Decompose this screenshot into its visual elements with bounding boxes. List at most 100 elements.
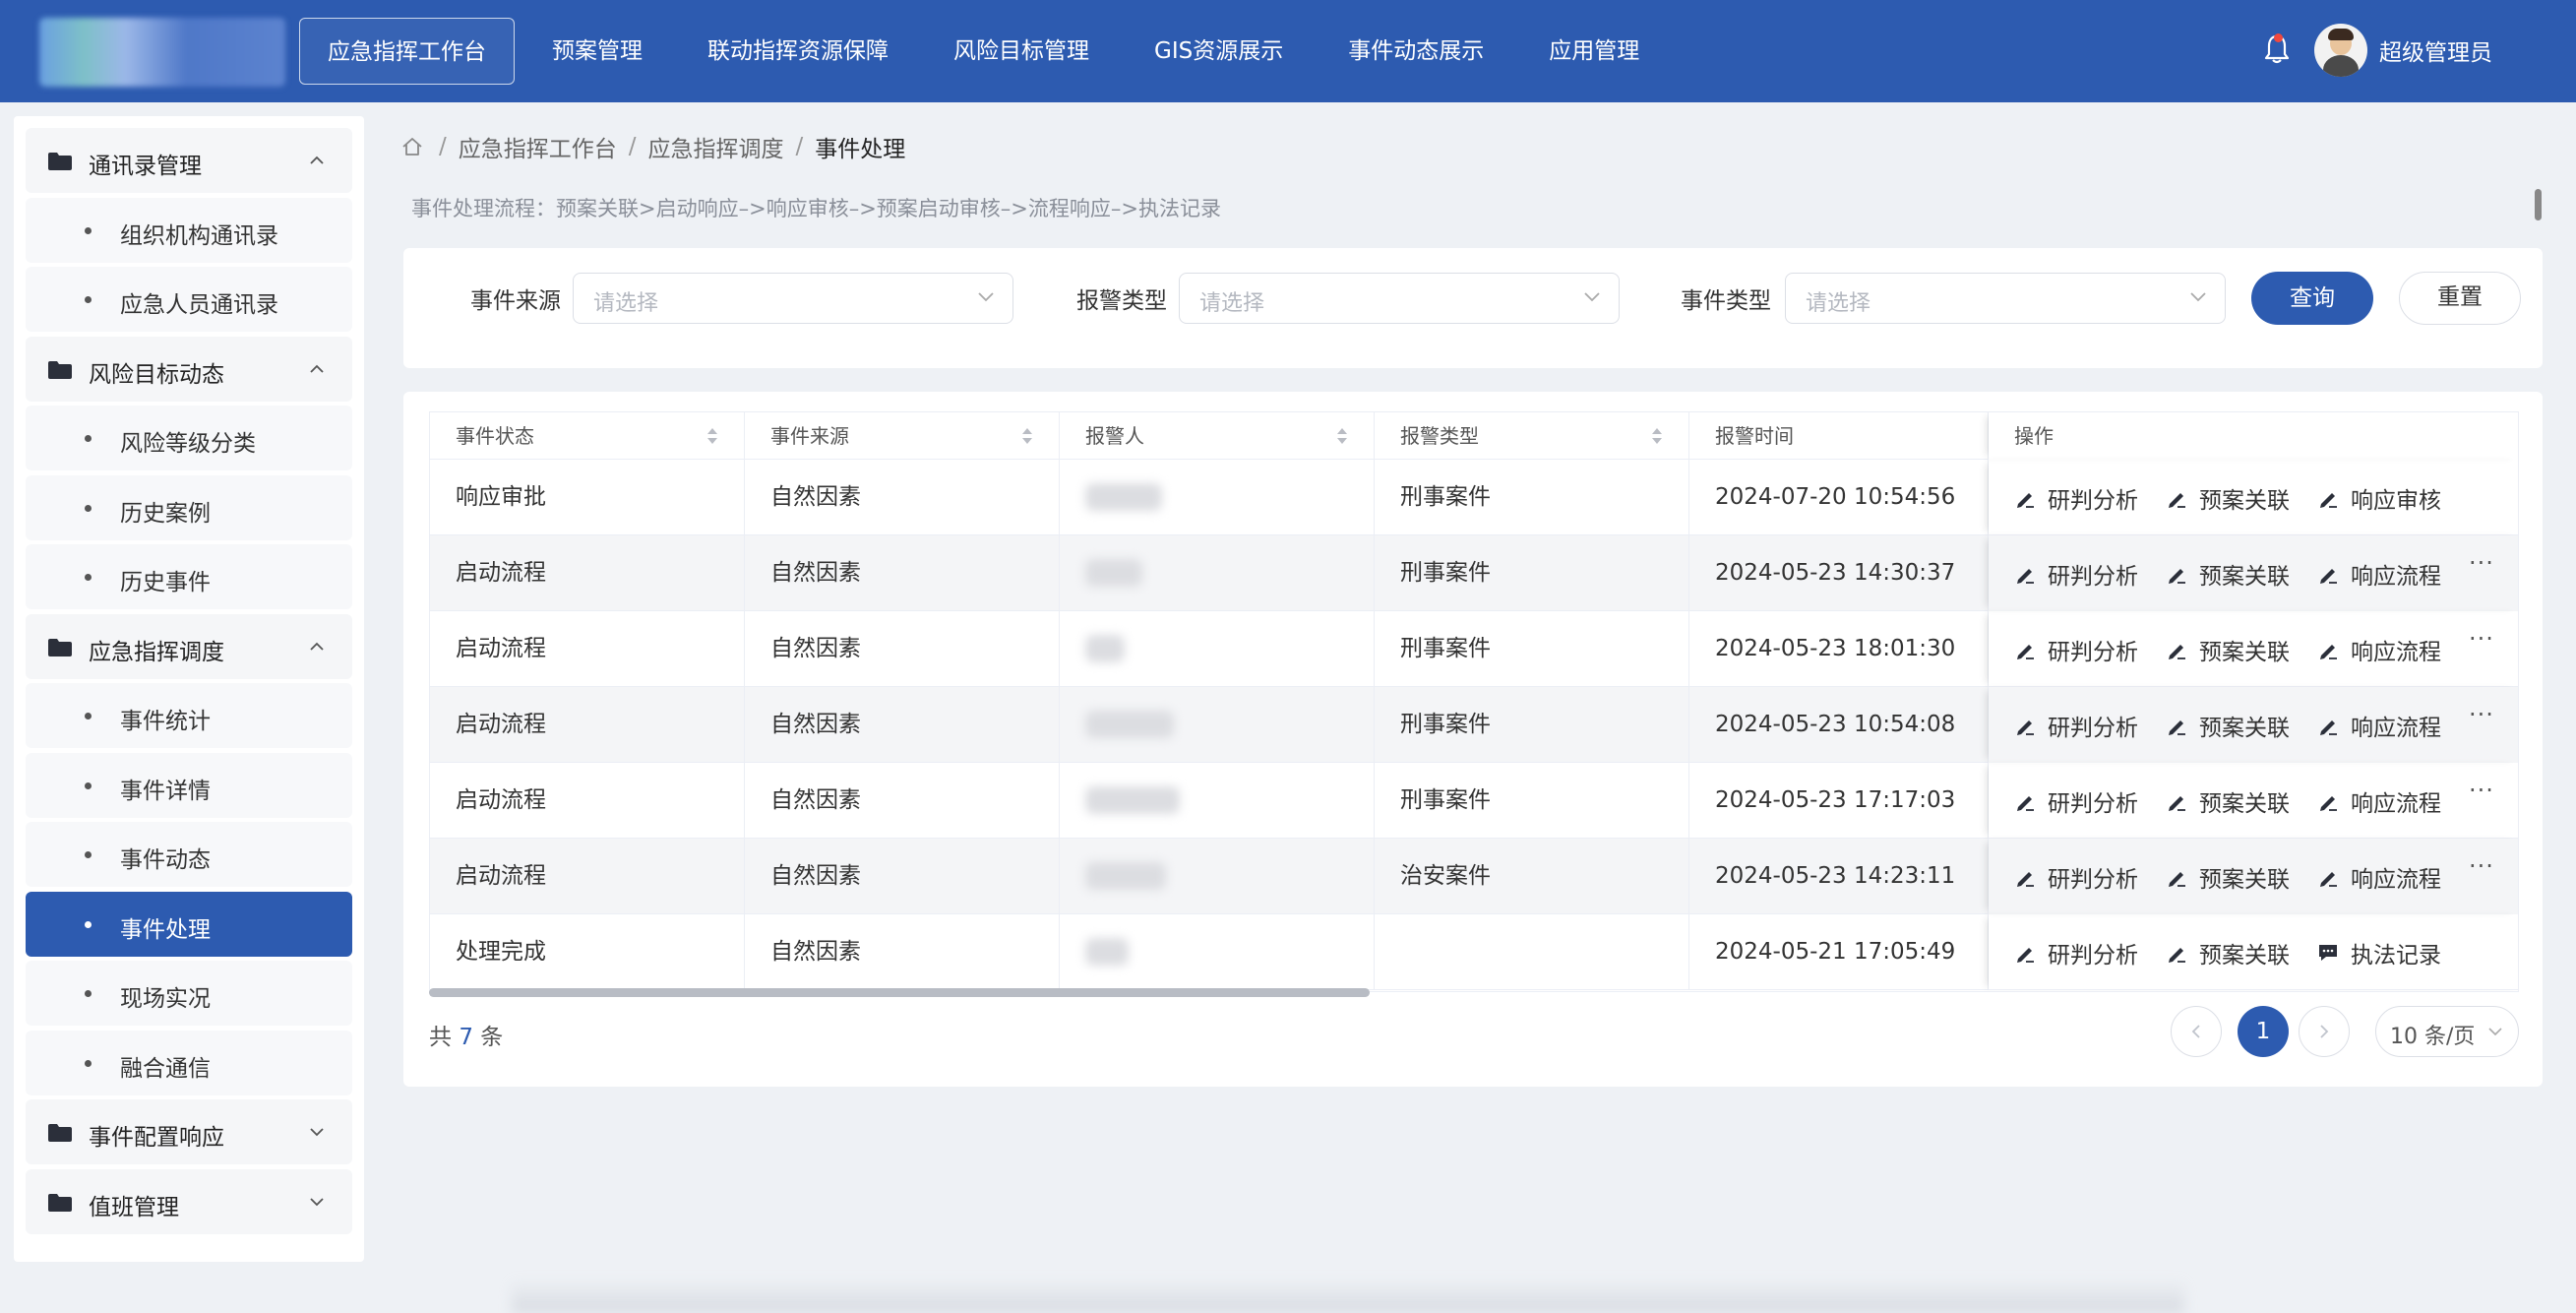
page-size-select[interactable]: 10 条/页 — [2375, 1006, 2519, 1057]
reset-button[interactable]: 重置 — [2399, 272, 2521, 325]
action-label: 研判分析 — [2048, 488, 2138, 514]
more-actions-icon[interactable]: ··· — [2469, 852, 2494, 880]
action-plan-link-button[interactable]: 预案关联 — [2166, 939, 2290, 969]
total-number: 7 — [459, 1025, 473, 1050]
action-law-record-button[interactable]: 执法记录 — [2317, 939, 2441, 969]
action-analysis-button[interactable]: 研判分析 — [2014, 560, 2138, 590]
action-response-button[interactable]: 响应流程 — [2317, 636, 2441, 665]
table-row: 响应审批 自然因素 刑事案件 2024-07-20 10:54:56 研判分析 预案关联 响… — [430, 460, 2518, 535]
event-source-select[interactable]: 请选择 — [573, 273, 1013, 324]
action-analysis-button[interactable]: 研判分析 — [2014, 484, 2138, 514]
cell-reporter — [1060, 687, 1375, 763]
vertical-scrollbar[interactable] — [2535, 189, 2542, 220]
action-plan-link-button[interactable]: 预案关联 — [2166, 484, 2290, 514]
more-actions-icon[interactable]: ··· — [2469, 625, 2494, 653]
sidebar-item[interactable]: 事件处理 — [26, 892, 352, 957]
sidebar-item-label: 事件处理 — [120, 917, 211, 943]
breadcrumb-item-workbench[interactable]: 应急指挥工作台 — [459, 130, 617, 163]
query-button[interactable]: 查询 — [2251, 272, 2373, 325]
sidebar-item-label: 事件统计 — [120, 709, 211, 734]
edit-icon — [2017, 872, 2034, 887]
sort-icon[interactable] — [706, 426, 718, 446]
column-header-reporter[interactable]: 报警人 — [1060, 412, 1375, 460]
more-actions-icon[interactable]: ··· — [2469, 701, 2494, 728]
sidebar-item[interactable]: 历史事件 — [26, 544, 352, 609]
cell-source: 自然因素 — [745, 611, 1060, 687]
column-header-status[interactable]: 事件状态 — [430, 412, 745, 460]
cell-alarm-time: 2024-05-23 17:17:03 — [1689, 763, 1989, 839]
cell-source: 自然因素 — [745, 763, 1060, 839]
sidebar-item[interactable]: 事件详情 — [26, 753, 352, 818]
action-response-button[interactable]: 响应审核 — [2317, 484, 2441, 514]
action-plan-link-button[interactable]: 预案关联 — [2166, 712, 2290, 741]
sidebar-item[interactable]: 事件统计 — [26, 683, 352, 748]
sidebar-group[interactable]: 事件配置响应 — [26, 1099, 352, 1164]
column-header-alarm-type[interactable]: 报警类型 — [1375, 412, 1689, 460]
sidebar-group-label: 通讯录管理 — [89, 154, 202, 179]
column-header-source[interactable]: 事件来源 — [745, 412, 1060, 460]
edit-icon — [2017, 493, 2034, 508]
bullet-dot — [85, 851, 92, 858]
sidebar-item[interactable]: 组织机构通讯录 — [26, 198, 352, 263]
sort-icon[interactable] — [1336, 426, 1348, 446]
username[interactable]: 超级管理员 — [2379, 33, 2492, 67]
folder-icon — [48, 1124, 72, 1142]
nav-item[interactable]: 事件动态展示 — [1320, 18, 1511, 85]
next-page-button[interactable] — [2299, 1006, 2350, 1057]
avatar[interactable] — [2314, 24, 2367, 77]
alarm-type-select[interactable]: 请选择 — [1179, 273, 1620, 324]
nav-item[interactable]: 风险目标管理 — [926, 18, 1117, 85]
sidebar-group[interactable]: 风险目标动态 — [26, 337, 352, 402]
prev-page-button[interactable] — [2171, 1006, 2222, 1057]
sidebar-item[interactable]: 风险等级分类 — [26, 406, 352, 470]
more-actions-icon[interactable]: ··· — [2469, 777, 2494, 804]
edit-icon — [2320, 645, 2337, 659]
sidebar-item-label: 组织机构通讯录 — [120, 223, 278, 249]
redacted-reporter-name — [1085, 559, 1142, 587]
nav-item[interactable]: GIS资源展示 — [1127, 18, 1311, 85]
sidebar-item[interactable]: 事件动态 — [26, 822, 352, 887]
action-analysis-button[interactable]: 研判分析 — [2014, 863, 2138, 893]
horizontal-scrollbar[interactable] — [429, 988, 1370, 997]
cell-alarm-time: 2024-05-23 14:30:37 — [1689, 535, 1989, 611]
action-plan-link-button[interactable]: 预案关联 — [2166, 787, 2290, 817]
nav-item[interactable]: 应用管理 — [1521, 18, 1667, 85]
sidebar-item[interactable]: 应急人员通讯录 — [26, 267, 352, 332]
action-response-button[interactable]: 响应流程 — [2317, 863, 2441, 893]
action-analysis-button[interactable]: 研判分析 — [2014, 712, 2138, 741]
sidebar-item[interactable]: 现场实况 — [26, 961, 352, 1026]
action-analysis-button[interactable]: 研判分析 — [2014, 636, 2138, 665]
sidebar-item[interactable]: 融合通信 — [26, 1031, 352, 1095]
sidebar: 通讯录管理组织机构通讯录应急人员通讯录 风险目标动态 风险等级分类 历史案例历史事件应… — [14, 116, 364, 1262]
sidebar-group[interactable]: 应急指挥调度 — [26, 614, 352, 679]
action-label: 研判分析 — [2048, 867, 2138, 893]
event-type-select[interactable]: 请选择 — [1785, 273, 2226, 324]
action-analysis-button[interactable]: 研判分析 — [2014, 939, 2138, 969]
action-plan-link-button[interactable]: 预案关联 — [2166, 863, 2290, 893]
more-actions-icon[interactable]: ··· — [2469, 549, 2494, 577]
sidebar-item[interactable]: 历史案例 — [26, 475, 352, 540]
action-label: 预案关联 — [2199, 488, 2290, 514]
sort-icon[interactable] — [1651, 426, 1663, 446]
nav-item[interactable]: 应急指挥工作台 — [299, 18, 515, 85]
sidebar-group-label: 事件配置响应 — [89, 1125, 224, 1151]
nav-item[interactable]: 预案管理 — [524, 18, 670, 85]
sort-icon[interactable] — [1021, 426, 1033, 446]
breadcrumb-item-dispatch[interactable]: 应急指挥调度 — [648, 130, 784, 163]
sidebar-group[interactable]: 值班管理 — [26, 1169, 352, 1234]
action-analysis-button[interactable]: 研判分析 — [2014, 787, 2138, 817]
action-label: 研判分析 — [2048, 640, 2138, 665]
home-icon[interactable] — [401, 136, 423, 157]
action-response-button[interactable]: 响应流程 — [2317, 787, 2441, 817]
action-plan-link-button[interactable]: 预案关联 — [2166, 560, 2290, 590]
sidebar-group[interactable]: 通讯录管理 — [26, 128, 352, 193]
action-response-button[interactable]: 响应流程 — [2317, 560, 2441, 590]
page-1-button[interactable]: 1 — [2238, 1006, 2289, 1057]
action-response-button[interactable]: 响应流程 — [2317, 712, 2441, 741]
action-plan-link-button[interactable]: 预案关联 — [2166, 636, 2290, 665]
sidebar-item-label: 历史事件 — [120, 570, 211, 595]
cell-status: 处理完成 — [430, 914, 745, 990]
cell-alarm-type: 刑事案件 — [1375, 460, 1689, 535]
nav-item[interactable]: 联动指挥资源保障 — [680, 18, 916, 85]
redacted-reporter-name — [1085, 711, 1174, 738]
